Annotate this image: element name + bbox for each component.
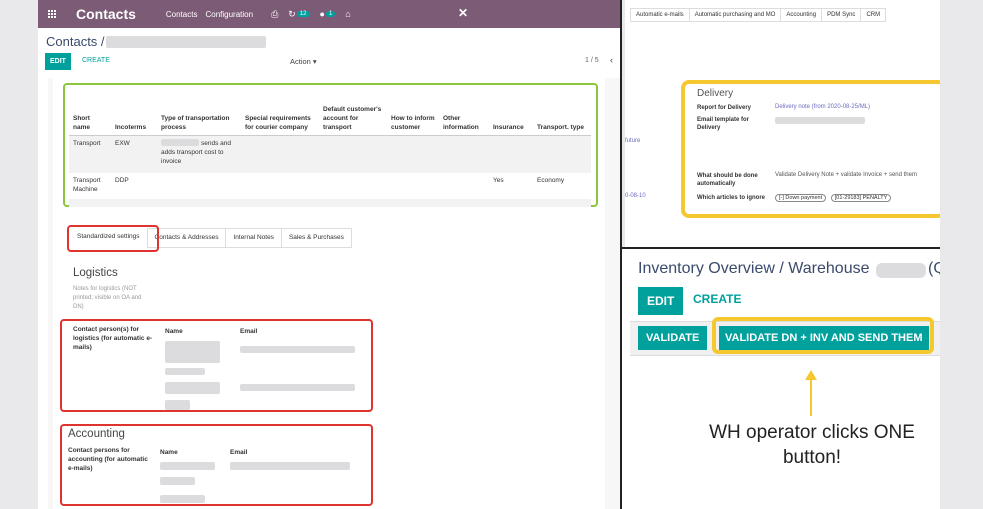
redacted-accounting-name-1 bbox=[160, 462, 215, 470]
redacted-company bbox=[161, 139, 199, 147]
side-label-future: future bbox=[625, 138, 641, 144]
cell-incoterms: EXW bbox=[111, 135, 157, 173]
chat-icon[interactable]: ● 1 bbox=[320, 9, 336, 19]
cell-incoterms: DDP bbox=[115, 177, 129, 184]
close-icon[interactable]: ✕ bbox=[458, 6, 468, 20]
col-incoterms[interactable]: Incoterms bbox=[111, 88, 157, 136]
delivery-title: Delivery bbox=[697, 88, 734, 99]
cell-transport-process bbox=[157, 173, 241, 199]
edit-button[interactable]: EDIT bbox=[45, 53, 71, 70]
ignore-articles-tags: [-] Down payment [01-29183] PENALTY bbox=[775, 194, 894, 202]
redacted-logistics-extra-2 bbox=[165, 400, 190, 410]
home-icon[interactable]: ⌂ bbox=[345, 9, 350, 19]
tag-down-payment[interactable]: [-] Down payment bbox=[775, 194, 827, 202]
pager-value: 1 / 5 bbox=[585, 57, 599, 64]
tab-internal-notes[interactable]: Internal Notes bbox=[226, 228, 282, 248]
automatic-emails-panel: Automatic e-mails Automatic purchasing a… bbox=[625, 0, 940, 248]
logistics-title: Logistics bbox=[73, 267, 118, 279]
action-dropdown[interactable]: Action ▾ bbox=[290, 57, 317, 66]
accounting-contact-label: Contact persons for accounting (for auto… bbox=[68, 447, 148, 473]
col-inform-customer[interactable]: How to inform customer bbox=[387, 88, 439, 136]
inventory-create-button[interactable]: CREATE bbox=[693, 292, 741, 306]
auto-action-label: What should be done automatically bbox=[697, 173, 758, 188]
logistics-col-name: Name bbox=[165, 328, 183, 335]
cell-short-name: Transport bbox=[69, 135, 111, 173]
menu-configuration[interactable]: Configuration bbox=[205, 10, 253, 19]
print-icon[interactable]: ⎙ bbox=[271, 9, 278, 20]
redacted-email-template bbox=[775, 117, 865, 124]
apps-menu-icon[interactable] bbox=[38, 0, 66, 28]
cell-insurance bbox=[489, 135, 533, 173]
create-button[interactable]: CREATE bbox=[82, 57, 110, 64]
logistics-contact-label: Contact person(s) for logistics (for aut… bbox=[73, 326, 153, 352]
arrow-shaft bbox=[810, 378, 812, 416]
ignore-articles-label: Which articles to ignore bbox=[697, 195, 766, 201]
tab-sales-purchases[interactable]: Sales & Purchases bbox=[281, 228, 352, 248]
inventory-title[interactable]: Inventory Overview / Warehouse bbox=[638, 260, 870, 278]
transport-table: Short name Incoterms Type of transportat… bbox=[69, 88, 591, 207]
col-default-account[interactable]: Default customer's account for transport bbox=[319, 88, 387, 136]
form-toolbar: EDIT CREATE Action ▾ 1 / 5 ‹ bbox=[45, 53, 620, 71]
redacted-logistics-name-2 bbox=[165, 382, 220, 394]
tab-accounting[interactable]: Accounting bbox=[780, 8, 823, 22]
refresh-badge: 12 bbox=[296, 10, 310, 17]
table-row[interactable] bbox=[69, 199, 591, 207]
accounting-col-email: Email bbox=[230, 449, 248, 456]
email-template-label: Email template for Delivery bbox=[697, 117, 750, 132]
inventory-panel: Inventory Overview / Warehouse (Q EDIT C… bbox=[622, 249, 940, 509]
side-label-date: 0-08-10 bbox=[625, 193, 646, 199]
app-title[interactable]: Contacts bbox=[76, 6, 136, 22]
top-navbar: Contacts Contacts Configuration ⎙ ↻ 12 ● 1… bbox=[38, 0, 621, 28]
col-insurance[interactable]: Insurance bbox=[489, 88, 533, 136]
cell-insurance: Yes bbox=[493, 177, 504, 184]
table-row[interactable]: Transport EXW sends and adds transport c… bbox=[69, 135, 591, 173]
inventory-edit-button[interactable]: EDIT bbox=[638, 287, 684, 315]
cell-short-name: Transport Machine bbox=[73, 177, 101, 194]
active-tab-highlight bbox=[67, 225, 159, 252]
report-delivery-label: Report for Delivery bbox=[697, 105, 752, 111]
table-row[interactable]: Transport Machine DDP Yes Economy bbox=[69, 173, 591, 199]
accounting-title: Accounting bbox=[68, 428, 125, 440]
chat-badge: 1 bbox=[325, 11, 336, 17]
redacted-contact-name bbox=[106, 36, 266, 48]
auto-action-value[interactable]: Validate Delivery Note + validate Invoic… bbox=[775, 172, 917, 178]
redacted-accounting-email-1 bbox=[230, 462, 350, 470]
breadcrumb[interactable]: Contacts / bbox=[46, 34, 105, 49]
cell-transport-type: Economy bbox=[537, 177, 565, 184]
refresh-icon[interactable]: ↻ 12 bbox=[288, 9, 310, 20]
callout-text: WH operator clicks ONE button! bbox=[709, 422, 915, 468]
col-short-name[interactable]: Short name bbox=[69, 88, 111, 136]
redacted-accounting-name-3 bbox=[160, 495, 205, 503]
col-transport-process[interactable]: Type of transportation process bbox=[157, 88, 241, 136]
accounting-col-name: Name bbox=[160, 449, 178, 456]
redacted-accounting-name-2 bbox=[160, 477, 195, 485]
chevron-left-icon[interactable]: ‹ bbox=[610, 55, 613, 65]
validate-button[interactable]: VALIDATE bbox=[638, 326, 708, 350]
settings-tabs: Automatic e-mails Automatic purchasing a… bbox=[630, 8, 887, 22]
col-other-info[interactable]: Other information bbox=[439, 88, 489, 136]
logistics-col-email: Email bbox=[240, 328, 258, 335]
cell-transport-type bbox=[533, 135, 591, 173]
validate-button-highlight bbox=[712, 317, 934, 354]
redacted-logistics-email-1 bbox=[240, 346, 355, 353]
tag-penalty[interactable]: [01-29183] PENALTY bbox=[830, 194, 892, 202]
tab-automatic-emails[interactable]: Automatic e-mails bbox=[630, 8, 690, 22]
report-delivery-value[interactable]: Delivery note (from 2020-08-25/ML) bbox=[775, 104, 870, 110]
redacted-logistics-extra bbox=[165, 368, 205, 375]
redacted-warehouse-name bbox=[876, 263, 926, 278]
redacted-logistics-email-2 bbox=[240, 384, 355, 391]
transport-table-highlight: Short name Incoterms Type of transportat… bbox=[63, 83, 598, 207]
inventory-title-tail: (Q bbox=[928, 260, 940, 277]
logistics-note: Notes for logistics (NOT printed; visibl… bbox=[73, 286, 142, 310]
tab-crm[interactable]: CRM bbox=[860, 8, 887, 22]
cell-transport-process: sends and adds transport cost to invoice bbox=[157, 135, 241, 173]
menu-contacts[interactable]: Contacts bbox=[166, 10, 198, 19]
tab-pdm-sync[interactable]: PDM Sync bbox=[821, 8, 862, 22]
tab-automatic-purchasing[interactable]: Automatic purchasing and MO bbox=[688, 8, 782, 22]
col-transport-type[interactable]: Transport. type bbox=[533, 88, 591, 136]
col-special-requirements[interactable]: Special requirements for courier company bbox=[241, 88, 319, 136]
redacted-logistics-name-1 bbox=[165, 341, 220, 363]
